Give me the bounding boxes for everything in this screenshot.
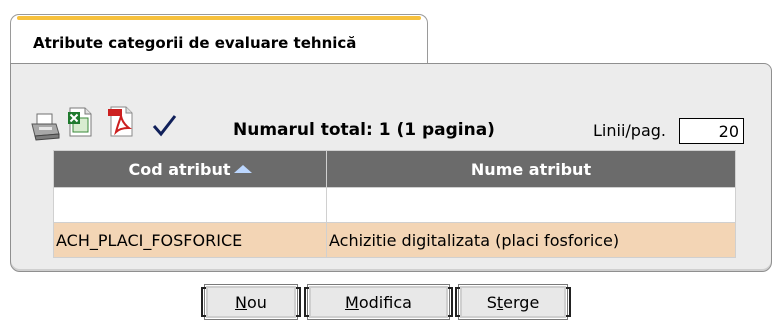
check-icon[interactable] xyxy=(151,112,177,138)
cell-nume-atribut[interactable]: Achizitie digitalizata (placi fosforice) xyxy=(326,222,736,258)
tab-title: Atribute categorii de evaluare tehnică xyxy=(33,34,357,52)
column-header-nume-atribut[interactable]: Nume atribut xyxy=(326,150,736,188)
cell-cod-atribut[interactable]: ACH_PLACI_FOSFORICE xyxy=(53,222,327,258)
lines-per-page-input[interactable] xyxy=(679,118,744,144)
new-button-rest: ou xyxy=(247,292,267,312)
filter-row xyxy=(53,187,736,223)
pdf-icon[interactable] xyxy=(107,104,135,138)
delete-button-prefix: S xyxy=(486,292,497,312)
delete-button[interactable]: Sterge xyxy=(455,284,571,320)
tab-atribute[interactable]: Atribute categorii de evaluare tehnică xyxy=(10,14,428,64)
modify-button-accesskey: M xyxy=(345,292,359,312)
printer-icon[interactable] xyxy=(29,112,61,142)
attributes-table: Cod atribut Nume atribut ACH_PLACI_FOSFO… xyxy=(53,150,736,258)
content-panel: Numarul total: 1 (1 pagina) Linii/pag. C… xyxy=(10,63,772,272)
modify-button[interactable]: Modifica xyxy=(304,284,453,320)
modify-button-rest: odifica xyxy=(358,292,412,312)
tab-accent xyxy=(17,16,421,20)
new-button-accesskey: N xyxy=(235,292,248,312)
excel-icon[interactable] xyxy=(67,106,93,138)
lines-per-page-label: Linii/pag. xyxy=(593,121,666,140)
table-header-row: Cod atribut Nume atribut xyxy=(53,150,736,188)
column-header-label: Cod atribut xyxy=(128,159,231,179)
table-row[interactable]: ACH_PLACI_FOSFORICE Achizitie digitaliza… xyxy=(53,222,736,258)
sort-ascending-icon xyxy=(233,164,252,173)
filter-cell-cod-atribut[interactable] xyxy=(53,187,327,223)
total-count: Numarul total: 1 (1 pagina) xyxy=(233,120,495,140)
filter-cell-nume-atribut[interactable] xyxy=(326,187,736,223)
column-header-cod-atribut[interactable]: Cod atribut xyxy=(53,150,327,188)
delete-button-rest: erge xyxy=(503,292,540,312)
new-button[interactable]: Nou xyxy=(201,284,301,320)
